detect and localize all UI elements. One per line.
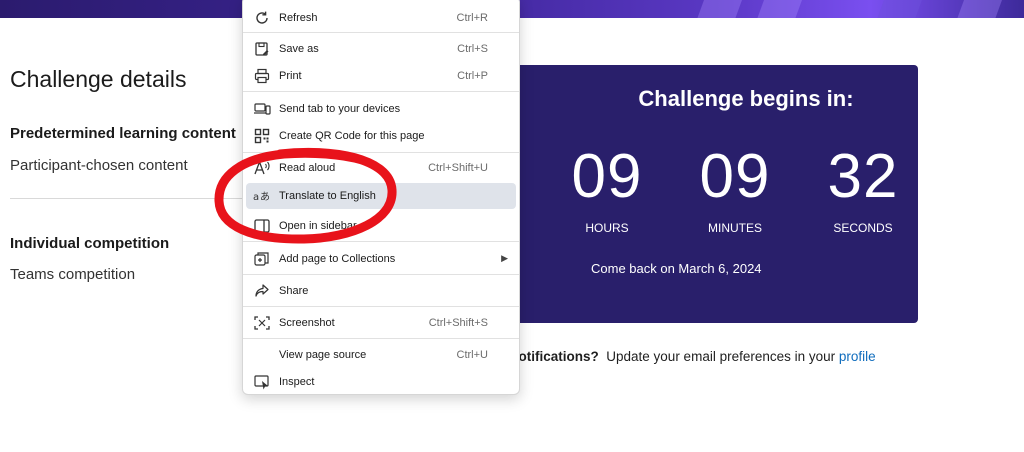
countdown-hours: 09 HOURS [552, 142, 662, 236]
send-tab-icon [253, 100, 271, 118]
read-aloud-icon [253, 159, 271, 177]
hours-label: HOURS [585, 221, 629, 235]
menu-label: Translate to English [279, 190, 376, 202]
menu-separator [243, 91, 519, 92]
menu-separator [243, 274, 519, 275]
menu-label: View page source [279, 349, 367, 361]
menu-shortcut: Ctrl+R [456, 12, 488, 24]
competition-value: Teams competition [10, 266, 136, 283]
menu-shortcut: Ctrl+Shift+U [428, 162, 488, 174]
come-back-date: Come back on March 6, 2024 [591, 261, 762, 276]
learning-content-value: Participant-chosen content [10, 157, 188, 174]
translate-icon: aあ [253, 187, 271, 205]
countdown-card: Challenge begins in: 09 HOURS 09 MINUTES… [486, 65, 918, 323]
menu-separator [243, 338, 519, 339]
menu-item-translate[interactable]: aあ Translate to English [246, 183, 516, 209]
menu-separator [243, 152, 519, 153]
menu-item-share[interactable]: Share [246, 278, 516, 304]
page: Challenge details Predetermined learning… [0, 0, 1024, 452]
context-menu: Refresh Ctrl+R Save as Ctrl+S Print Ctrl… [242, 0, 520, 395]
share-icon [253, 282, 271, 300]
menu-shortcut: Ctrl+Shift+S [428, 317, 488, 329]
submenu-arrow-icon: ▶ [501, 253, 508, 263]
save-as-icon [253, 40, 271, 58]
menu-separator [243, 32, 519, 33]
menu-item-print[interactable]: Print Ctrl+P [246, 63, 516, 89]
menu-shortcut: Ctrl+U [456, 349, 488, 361]
seconds-label: SECONDS [833, 221, 893, 235]
competition-label: Individual competition [10, 235, 170, 252]
menu-item-inspect[interactable]: Inspect [246, 369, 516, 395]
challenge-details-title: Challenge details [10, 66, 187, 92]
menu-label: Inspect [279, 376, 315, 388]
minutes-label: MINUTES [708, 221, 762, 235]
menu-label: Refresh [279, 12, 318, 24]
refresh-icon [253, 9, 271, 27]
menu-item-open-in-sidebar[interactable]: Open in sidebar [246, 213, 516, 239]
menu-item-save-as[interactable]: Save as Ctrl+S [246, 36, 516, 62]
menu-label: Add page to Collections [279, 253, 396, 265]
menu-separator [243, 306, 519, 307]
profile-link[interactable]: profile [839, 349, 876, 364]
minutes-value: 09 [699, 142, 771, 211]
menu-label: Send tab to your devices [279, 103, 401, 115]
collections-icon [253, 250, 271, 268]
menu-separator [243, 241, 519, 242]
menu-label: Share [279, 285, 309, 297]
menu-item-send-tab[interactable]: Send tab to your devices [246, 96, 516, 122]
hours-value: 09 [571, 142, 643, 211]
menu-label: Open in sidebar [279, 220, 357, 232]
svg-text:あ: あ [260, 191, 270, 203]
notifications-line: ng notifications? Update your email pref… [490, 349, 876, 364]
inspect-icon [253, 373, 271, 391]
menu-shortcut: Ctrl+P [457, 70, 488, 82]
seconds-value: 32 [827, 142, 899, 211]
qr-code-icon [253, 127, 271, 145]
menu-item-read-aloud[interactable]: Read aloud Ctrl+Shift+U [246, 155, 516, 181]
countdown-minutes: 09 MINUTES [680, 142, 790, 236]
print-icon [253, 67, 271, 85]
menu-item-screenshot[interactable]: Screenshot Ctrl+Shift+S [246, 310, 516, 336]
menu-label: Save as [279, 43, 319, 55]
countdown-seconds: 32 SECONDS [808, 142, 918, 236]
svg-text:a: a [253, 192, 259, 203]
menu-item-add-to-collections[interactable]: Add page to Collections ▶ [246, 246, 516, 272]
learning-content-label: Predetermined learning content [10, 125, 236, 142]
details-divider [10, 198, 242, 199]
menu-label: Screenshot [279, 317, 335, 329]
menu-item-qr-code[interactable]: Create QR Code for this page [246, 123, 516, 149]
menu-label: Create QR Code for this page [279, 130, 425, 142]
countdown-title: Challenge begins in: [638, 86, 854, 111]
menu-label: Print [279, 70, 302, 82]
screenshot-icon [253, 314, 271, 332]
sidebar-icon [253, 217, 271, 235]
menu-item-refresh[interactable]: Refresh Ctrl+R [246, 5, 516, 31]
menu-item-view-source[interactable]: View page source Ctrl+U [246, 342, 516, 368]
menu-shortcut: Ctrl+S [457, 43, 488, 55]
notifications-text: Update your email preferences in your [606, 349, 836, 364]
menu-label: Read aloud [279, 162, 336, 174]
